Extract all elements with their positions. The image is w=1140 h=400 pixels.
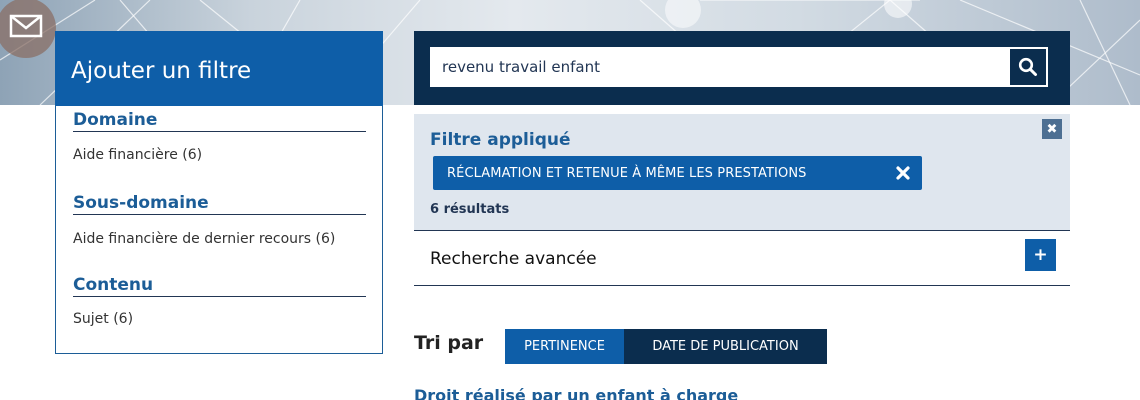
advanced-search-label: Recherche avancée bbox=[430, 249, 597, 269]
search-button[interactable] bbox=[1008, 47, 1048, 87]
sort-date-button[interactable]: DATE DE PUBLICATION bbox=[624, 329, 827, 364]
close-applied-filter-button[interactable]: ✖ bbox=[1042, 119, 1062, 139]
filter-panel-title: Ajouter un filtre bbox=[55, 31, 383, 106]
applied-filter-title: Filtre appliqué bbox=[430, 130, 571, 150]
facet-title-contenu: Contenu bbox=[73, 275, 366, 297]
advanced-search-row[interactable]: Recherche avancée + bbox=[414, 230, 1070, 286]
filter-panel: Ajouter un filtre Domaine Aide financièr… bbox=[55, 31, 383, 354]
sort-options: PERTINENCE DATE DE PUBLICATION bbox=[505, 329, 827, 364]
search-icon bbox=[1018, 57, 1037, 76]
close-icon: ✖ bbox=[1046, 121, 1058, 137]
result-link[interactable]: Droit réalisé par un enfant à charge bbox=[414, 386, 738, 400]
mail-bubble-icon bbox=[0, 0, 56, 58]
applied-filter-box: Filtre appliqué ✖ RÉCLAMATION ET RETENUE… bbox=[414, 114, 1070, 230]
results-count: 6 résultats bbox=[430, 202, 510, 217]
facet-title-domaine: Domaine bbox=[73, 110, 366, 132]
expand-plus-icon[interactable]: + bbox=[1025, 239, 1056, 271]
applied-filter-chip[interactable]: RÉCLAMATION ET RETENUE À MÊME LES PRESTA… bbox=[433, 156, 922, 190]
applied-filter-chip-label: RÉCLAMATION ET RETENUE À MÊME LES PRESTA… bbox=[447, 165, 807, 181]
sort-label: Tri par bbox=[414, 332, 484, 354]
search-input[interactable] bbox=[430, 47, 1008, 87]
search-band bbox=[414, 31, 1070, 105]
facet-title-sous-domaine: Sous-domaine bbox=[73, 193, 366, 215]
facet-item-sujet[interactable]: Sujet (6) bbox=[73, 311, 133, 327]
facet-item-aide-financiere[interactable]: Aide financière (6) bbox=[73, 147, 202, 163]
remove-filter-icon[interactable] bbox=[883, 166, 922, 180]
facet-item-dernier-recours[interactable]: Aide financière de dernier recours (6) bbox=[73, 231, 335, 247]
sort-pertinence-button[interactable]: PERTINENCE bbox=[505, 329, 624, 364]
